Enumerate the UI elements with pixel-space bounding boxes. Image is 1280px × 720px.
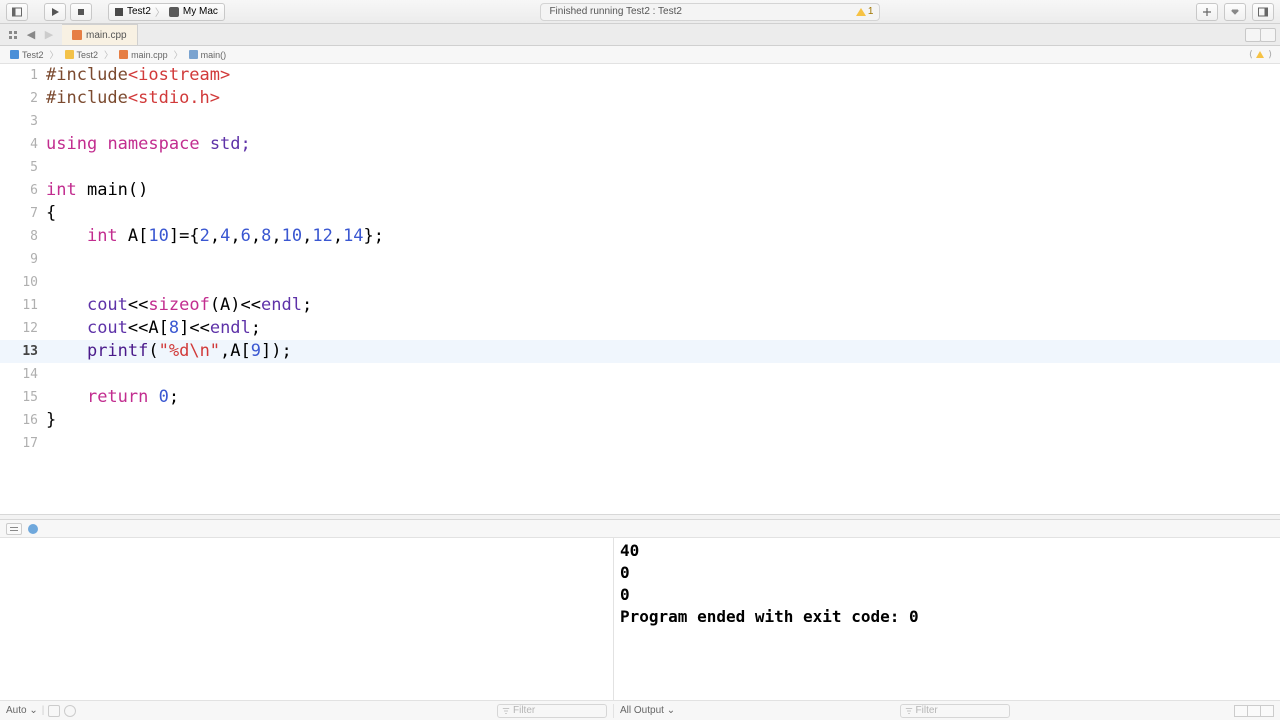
filter-icon [502,707,510,715]
line-num: 9 [0,248,46,271]
debug-toggle-button[interactable] [6,523,22,535]
cpp-icon [119,50,128,59]
jump-prev-button[interactable]: ⟨ [1247,49,1255,60]
clear-console-button[interactable] [1234,705,1248,717]
bc-file[interactable]: main.cpp [115,50,172,60]
line-num: 12 [0,317,46,340]
warning-count: 1 [868,6,874,17]
editor-options-button[interactable] [1224,3,1246,21]
panel-toggle-right-button[interactable] [1252,3,1274,21]
console-output[interactable]: 40 0 0 Program ended with exit code: 0 [614,538,1280,700]
line-num: 16 [0,409,46,432]
debug-area: 40 0 0 Program ended with exit code: 0 A… [0,520,1280,720]
filter-icon [905,707,913,715]
stop-button[interactable] [70,3,92,21]
project-icon [10,50,19,59]
bc-project[interactable]: Test2 [6,50,48,60]
line-num: 14 [0,363,46,386]
line-num: 2 [0,87,46,110]
nav-forward-button[interactable]: ▶ [40,27,58,43]
pane-left-button[interactable] [1247,705,1261,717]
debug-toolbar [0,520,1280,538]
line-num: 13 [0,340,46,363]
bc-symbol[interactable]: main() [185,50,231,60]
nav-back-button[interactable]: ◀ [22,27,40,43]
line-num: 1 [0,64,46,87]
line-num: 17 [0,432,46,455]
vars-icon-2[interactable] [64,705,76,717]
scheme-target: Test2 [127,6,151,17]
warning-indicator[interactable]: 1 [856,6,874,17]
tab-label: main.cpp [86,30,127,41]
line-num: 8 [0,225,46,248]
line-num: 10 [0,271,46,294]
target-icon [115,8,123,16]
panel-toggle-left-button[interactable] [6,3,28,21]
console-filter-input[interactable]: Filter [900,704,1010,718]
breakpoint-indicator[interactable] [28,524,38,534]
bc-group[interactable]: Test2 [61,50,103,60]
toolbar: Test2 〉 My Mac Finished running Test2 : … [0,0,1280,24]
scheme-destination: My Mac [183,6,218,17]
variables-filter-input[interactable]: Filter [497,704,607,718]
line-num: 11 [0,294,46,317]
line-num: 4 [0,133,46,156]
breadcrumb: Test2 〉 Test2 〉 main.cpp 〉 main() ⟨ ⟩ [0,46,1280,64]
scheme-selector[interactable]: Test2 〉 My Mac [108,3,225,21]
related-items-button[interactable] [4,27,22,43]
device-icon [169,7,179,17]
folder-icon [65,50,74,59]
editor-layout-button-1[interactable] [1245,28,1261,42]
tabbar: ◀ ▶ main.cpp [0,24,1280,46]
cpp-file-icon [72,30,82,40]
vars-icon-1[interactable] [48,705,60,717]
debug-footer: Auto ⌄ | Filter All Output ⌄ Filter [0,700,1280,720]
line-num: 7 [0,202,46,225]
line-num: 5 [0,156,46,179]
status-text: Finished running Test2 : Test2 [549,6,682,17]
warning-icon [856,8,866,16]
line-num: 3 [0,110,46,133]
activity-status[interactable]: Finished running Test2 : Test2 1 [540,3,880,21]
variables-pane[interactable] [0,538,614,700]
auto-selector[interactable]: Auto ⌄ [6,705,38,716]
line-num: 6 [0,179,46,202]
line-num: 15 [0,386,46,409]
add-button[interactable] [1196,3,1218,21]
run-button[interactable] [44,3,66,21]
output-selector[interactable]: All Output ⌄ [620,705,675,716]
method-icon [189,50,198,59]
editor-layout-button-2[interactable] [1260,28,1276,42]
jump-next-button[interactable]: ⟩ [1266,49,1274,60]
tab-main-cpp[interactable]: main.cpp [62,24,138,45]
issue-warning-icon[interactable] [1256,51,1264,58]
pane-right-button[interactable] [1260,705,1274,717]
code-editor[interactable]: 1#include<iostream> 2#include<stdio.h> 3… [0,64,1280,514]
